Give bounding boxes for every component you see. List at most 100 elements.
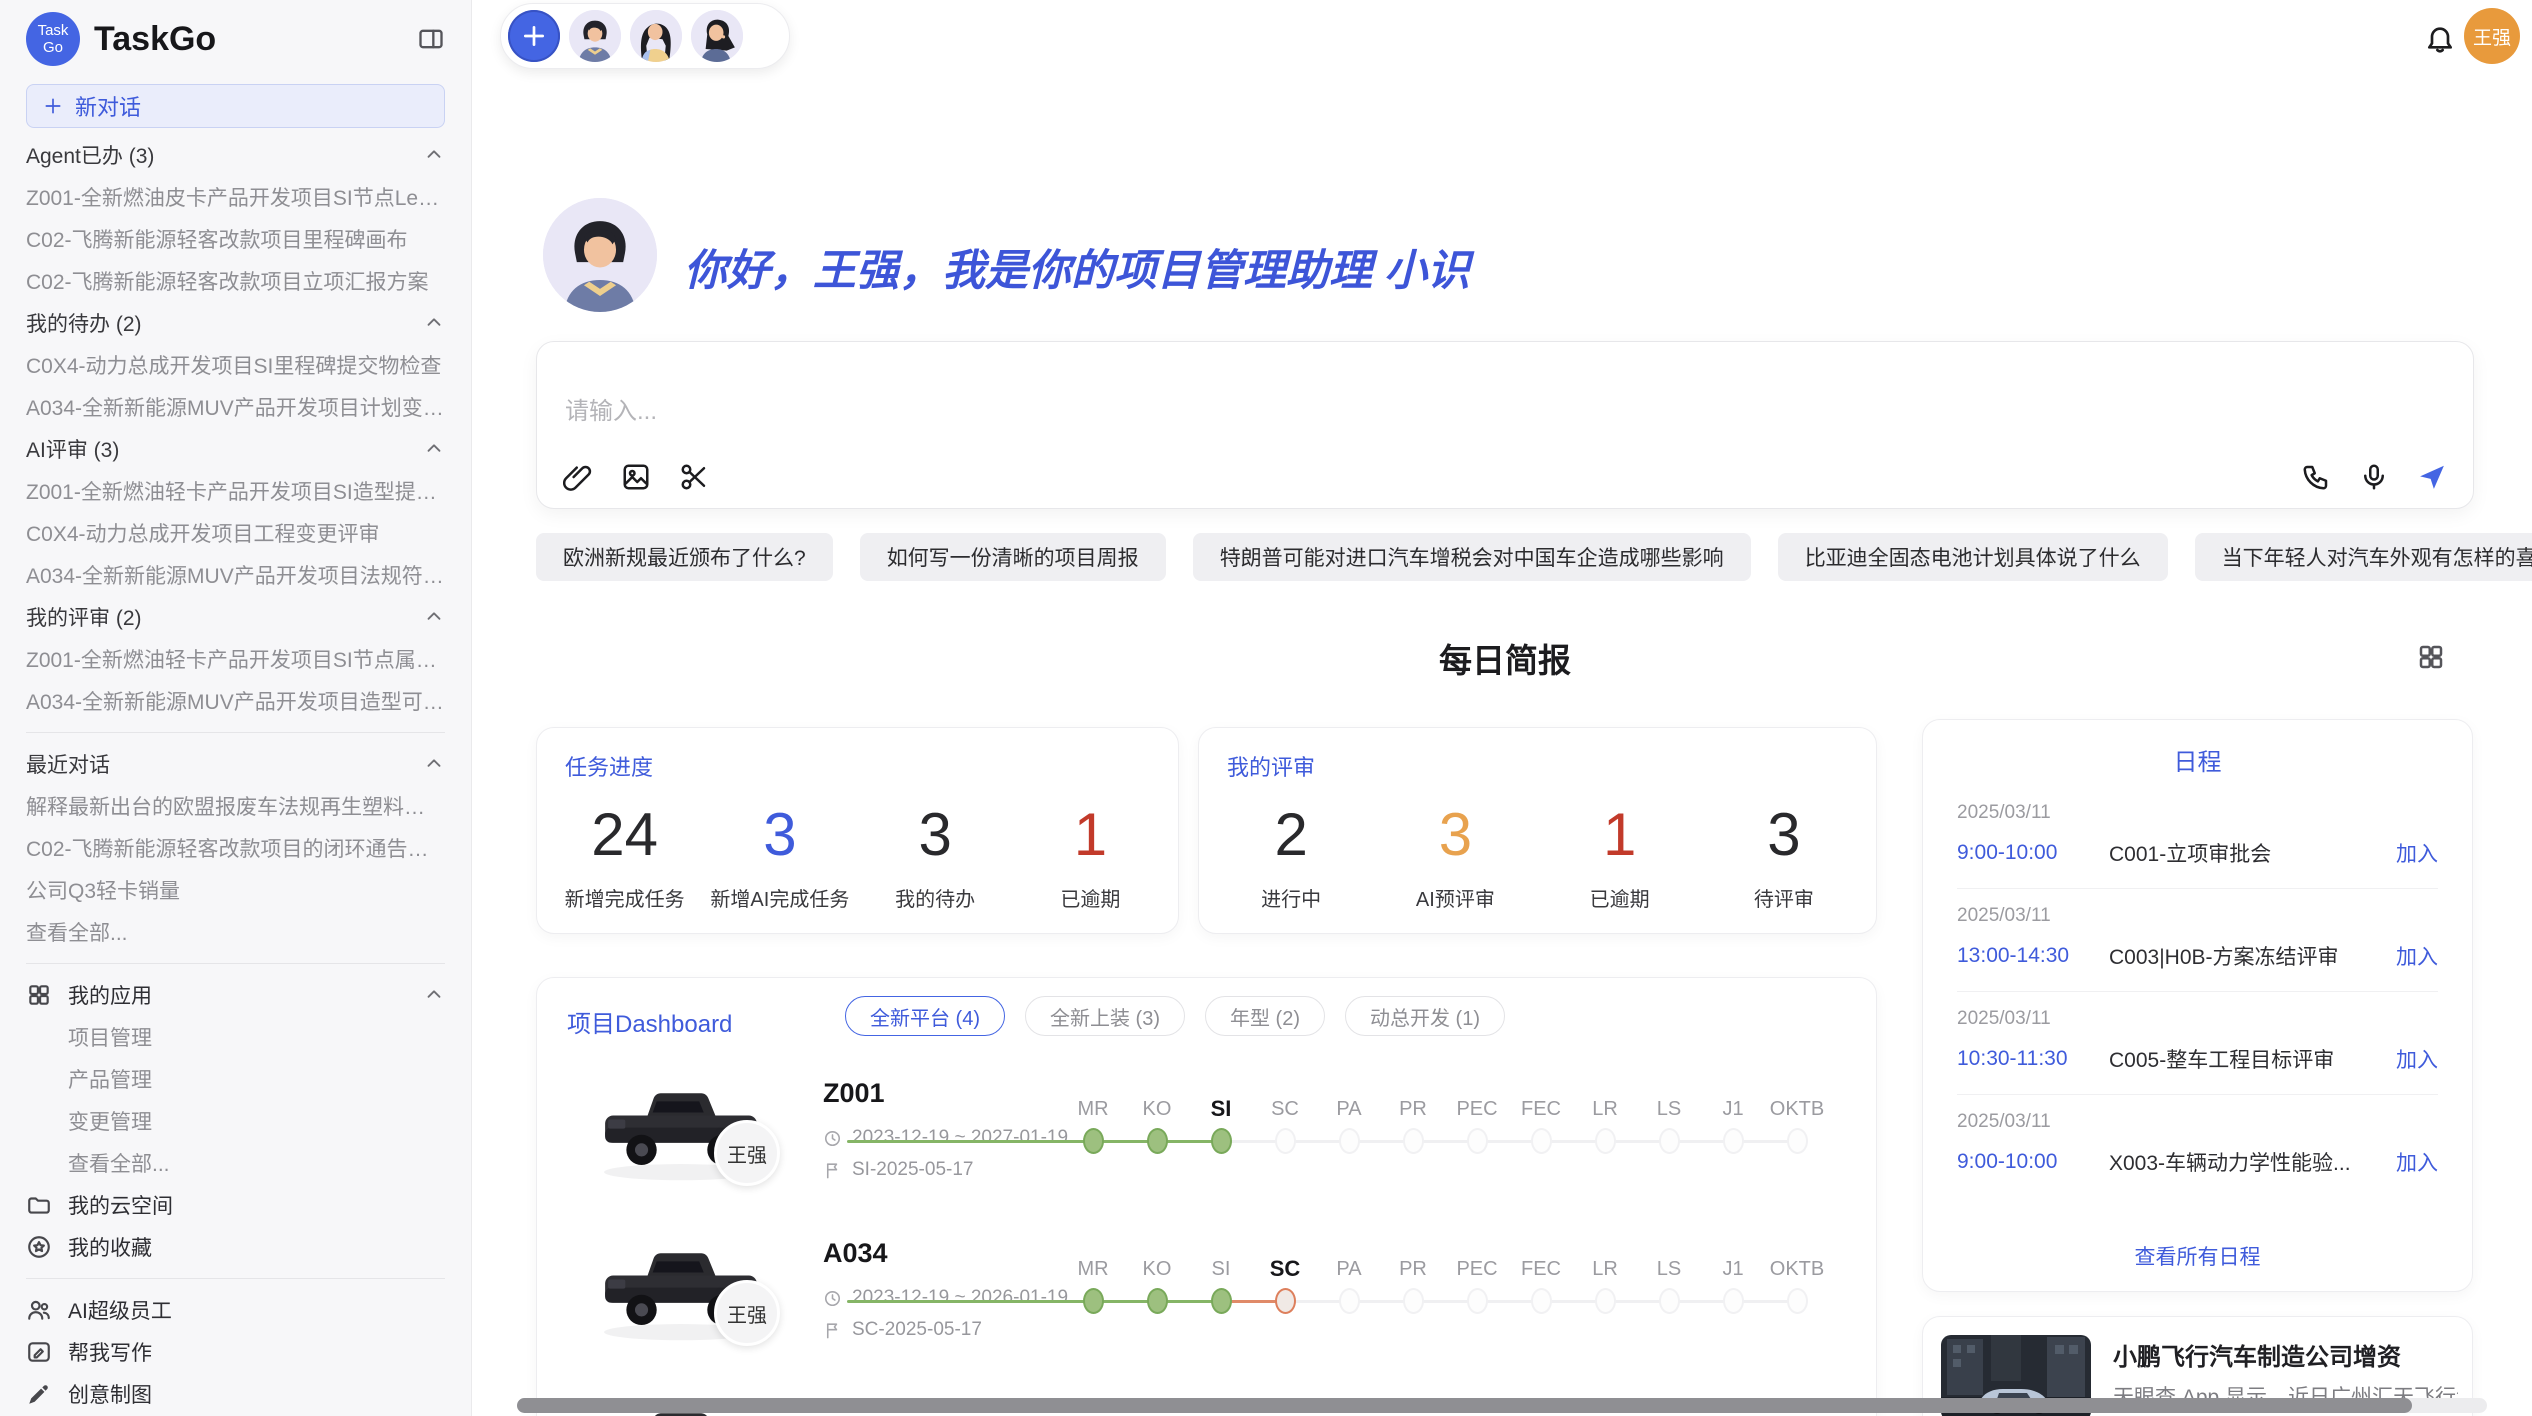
milestone-dot <box>1659 1288 1680 1314</box>
section-my-todo[interactable]: 我的待办 (2) <box>26 302 445 344</box>
list-item[interactable]: C0X4-动力总成开发项目工程变更评审 <box>26 512 445 554</box>
new-chat-button[interactable]: 新对话 <box>26 84 445 128</box>
add-session-button[interactable] <box>508 10 560 62</box>
list-item[interactable]: C02-飞腾新能源轻客改款项目立项汇报方案 <box>26 260 445 302</box>
sidebar-list: Agent已办 (3) Z001-全新燃油皮卡产品开发项目SI节点Lesson … <box>26 134 445 1415</box>
project-row[interactable]: 王强 Z001 2023-12-19 ~ 2027-01-19 SI-2025-… <box>537 1064 1876 1224</box>
sidebar-item-product-mgmt[interactable]: 产品管理 <box>26 1058 445 1100</box>
milestone-dot <box>1083 1288 1104 1314</box>
sidebar-item-creative-draw[interactable]: 创意制图 <box>26 1373 445 1415</box>
list-item[interactable]: Z001-全新燃油轻卡产品开发项目SI造型提交物评审 <box>26 470 445 512</box>
schedule-item[interactable]: 2025/03/11 10:30-11:30 C005-整车工程目标评审 加入 <box>1957 992 2438 1095</box>
list-item[interactable]: A034-全新新能源MUV产品开发项目造型可行性评审 <box>26 680 445 722</box>
microphone-icon[interactable] <box>2359 462 2389 492</box>
chevron-up-icon[interactable] <box>423 144 445 166</box>
section-my-review[interactable]: 我的评审 (2) <box>26 596 445 638</box>
stat-label: AI预评审 <box>1373 883 1537 912</box>
section-recent-chats[interactable]: 最近对话 <box>26 743 445 785</box>
session-switcher <box>500 3 790 69</box>
image-icon[interactable] <box>621 462 651 492</box>
milestone: SI <box>1189 1256 1253 1314</box>
plus-icon <box>43 96 63 116</box>
avatar[interactable] <box>630 10 682 62</box>
suggestion-chip[interactable]: 当下年轻人对汽车外观有怎样的喜好趋势 <box>2195 533 2532 581</box>
list-item[interactable]: A034-全新新能源MUV产品开发项目计划变更表编写 <box>26 386 445 428</box>
schedule-item[interactable]: 2025/03/11 9:00-10:00 C001-立项审批会 加入 <box>1957 786 2438 889</box>
chevron-up-icon[interactable] <box>423 606 445 628</box>
section-agent-done[interactable]: Agent已办 (3) <box>26 134 445 176</box>
apps-grid-icon <box>26 982 52 1008</box>
view-all-recent[interactable]: 查看全部... <box>26 911 445 953</box>
phone-icon[interactable] <box>2301 462 2331 492</box>
list-item[interactable]: 公司Q3轻卡销量 <box>26 869 445 911</box>
scissors-icon[interactable] <box>679 462 709 492</box>
sidebar-item-ai-staff[interactable]: AI超级员工 <box>26 1289 445 1331</box>
schedule-item[interactable]: 2025/03/11 9:00-10:00 X003-车辆动力学性能验... 加… <box>1957 1095 2438 1197</box>
avatar[interactable] <box>691 10 743 62</box>
app-logo: Task Go <box>26 12 80 66</box>
stat-label: 新增完成任务 <box>547 883 702 912</box>
suggestion-chip[interactable]: 如何写一份清晰的项目周报 <box>860 533 1166 581</box>
horizontal-scrollbar-track[interactable] <box>517 1398 2487 1413</box>
milestone-dot <box>1467 1288 1488 1314</box>
filter-chip[interactable]: 全新平台 (4) <box>845 996 1005 1036</box>
sidebar-item-project-mgmt[interactable]: 项目管理 <box>26 1016 445 1058</box>
sidebar-item-my-apps[interactable]: 我的应用 <box>26 974 445 1016</box>
schedule-item[interactable]: 2025/03/11 13:00-14:30 C003|H0B-方案冻结评审 加… <box>1957 889 2438 992</box>
sidebar-item-cloud-space[interactable]: 我的云空间 <box>26 1184 445 1226</box>
notification-bell-icon[interactable] <box>2424 22 2456 56</box>
milestone-dot <box>1595 1128 1616 1154</box>
milestone: KO <box>1125 1096 1189 1154</box>
assistant-avatar <box>543 198 657 312</box>
sidebar: Task Go TaskGo 新对话 Agent已办 (3) Z001-全新燃油… <box>0 0 472 1416</box>
list-item[interactable]: C02-飞腾新能源轻客改款项目里程碑画布 <box>26 218 445 260</box>
project-row[interactable]: 王强 A034 2023-12-19 ~ 2026-01-19 SC-2025-… <box>537 1224 1876 1384</box>
milestone-dot <box>1467 1128 1488 1154</box>
suggestion-chip[interactable]: 欧洲新规最近颁布了什么? <box>536 533 833 581</box>
join-link[interactable]: 加入 <box>2396 1147 2438 1177</box>
sidebar-item-write-helper[interactable]: 帮我写作 <box>26 1331 445 1373</box>
sidebar-item-favorites[interactable]: 我的收藏 <box>26 1226 445 1268</box>
user-avatar[interactable]: 王强 <box>2464 8 2520 64</box>
view-all-schedule-link[interactable]: 查看所有日程 <box>1923 1241 2472 1271</box>
list-item[interactable]: Z001-全新燃油皮卡产品开发项目SI节点Lesson Learn报告 <box>26 176 445 218</box>
filter-chip[interactable]: 动总开发 (1) <box>1345 996 1505 1036</box>
schedule-time: 9:00-10:00 <box>1957 841 2109 865</box>
chat-input[interactable] <box>565 398 2065 426</box>
paperclip-icon[interactable] <box>563 462 593 492</box>
sidebar-item-change-mgmt[interactable]: 变更管理 <box>26 1100 445 1142</box>
write-icon <box>26 1339 52 1365</box>
chat-input-card <box>536 341 2474 509</box>
list-item[interactable]: C0X4-动力总成开发项目SI里程碑提交物检查 <box>26 344 445 386</box>
avatar[interactable] <box>569 10 621 62</box>
section-ai-review[interactable]: AI评审 (3) <box>26 428 445 470</box>
view-all-apps[interactable]: 查看全部... <box>26 1142 445 1184</box>
sidebar-header: Task Go TaskGo <box>26 10 445 68</box>
milestone-current: SC <box>1253 1256 1317 1314</box>
join-link[interactable]: 加入 <box>2396 838 2438 868</box>
milestone-dot <box>1211 1288 1232 1314</box>
chevron-up-icon[interactable] <box>423 753 445 775</box>
chevron-up-icon[interactable] <box>423 984 445 1006</box>
send-icon[interactable] <box>2417 462 2447 492</box>
schedule-date: 2025/03/11 <box>1957 1111 2438 1133</box>
milestone-dot <box>1595 1288 1616 1314</box>
suggestion-chip[interactable]: 特朗普可能对进口汽车增税会对中国车企造成哪些影响 <box>1193 533 1751 581</box>
filter-chip[interactable]: 年型 (2) <box>1205 996 1325 1036</box>
list-item[interactable]: A034-全新新能源MUV产品开发项目法规符合性评审 <box>26 554 445 596</box>
chevron-up-icon[interactable] <box>423 438 445 460</box>
milestone-timeline: MR KO SI SC PA PR PEC FEC LR LS J1 OKTB <box>847 1224 1861 1384</box>
filter-chip[interactable]: 全新上装 (3) <box>1025 996 1185 1036</box>
chevron-up-icon[interactable] <box>423 312 445 334</box>
join-link[interactable]: 加入 <box>2396 941 2438 971</box>
sidebar-collapse-icon[interactable] <box>417 25 445 53</box>
list-item[interactable]: C02-飞腾新能源轻客改款项目的闭环通告反馈情况 <box>26 827 445 869</box>
layout-grid-icon[interactable] <box>2416 642 2446 672</box>
horizontal-scrollbar-thumb[interactable] <box>517 1398 2412 1413</box>
list-item[interactable]: Z001-全新燃油轻卡产品开发项目SI节点属性5D文件评审 <box>26 638 445 680</box>
milestone: FEC <box>1509 1256 1573 1314</box>
join-link[interactable]: 加入 <box>2396 1044 2438 1074</box>
milestone-dot <box>1531 1288 1552 1314</box>
list-item[interactable]: 解释最新出台的欧盟报废车法规再生塑料比例被调至15%... <box>26 785 445 827</box>
suggestion-chip[interactable]: 比亚迪全固态电池计划具体说了什么 <box>1778 533 2168 581</box>
